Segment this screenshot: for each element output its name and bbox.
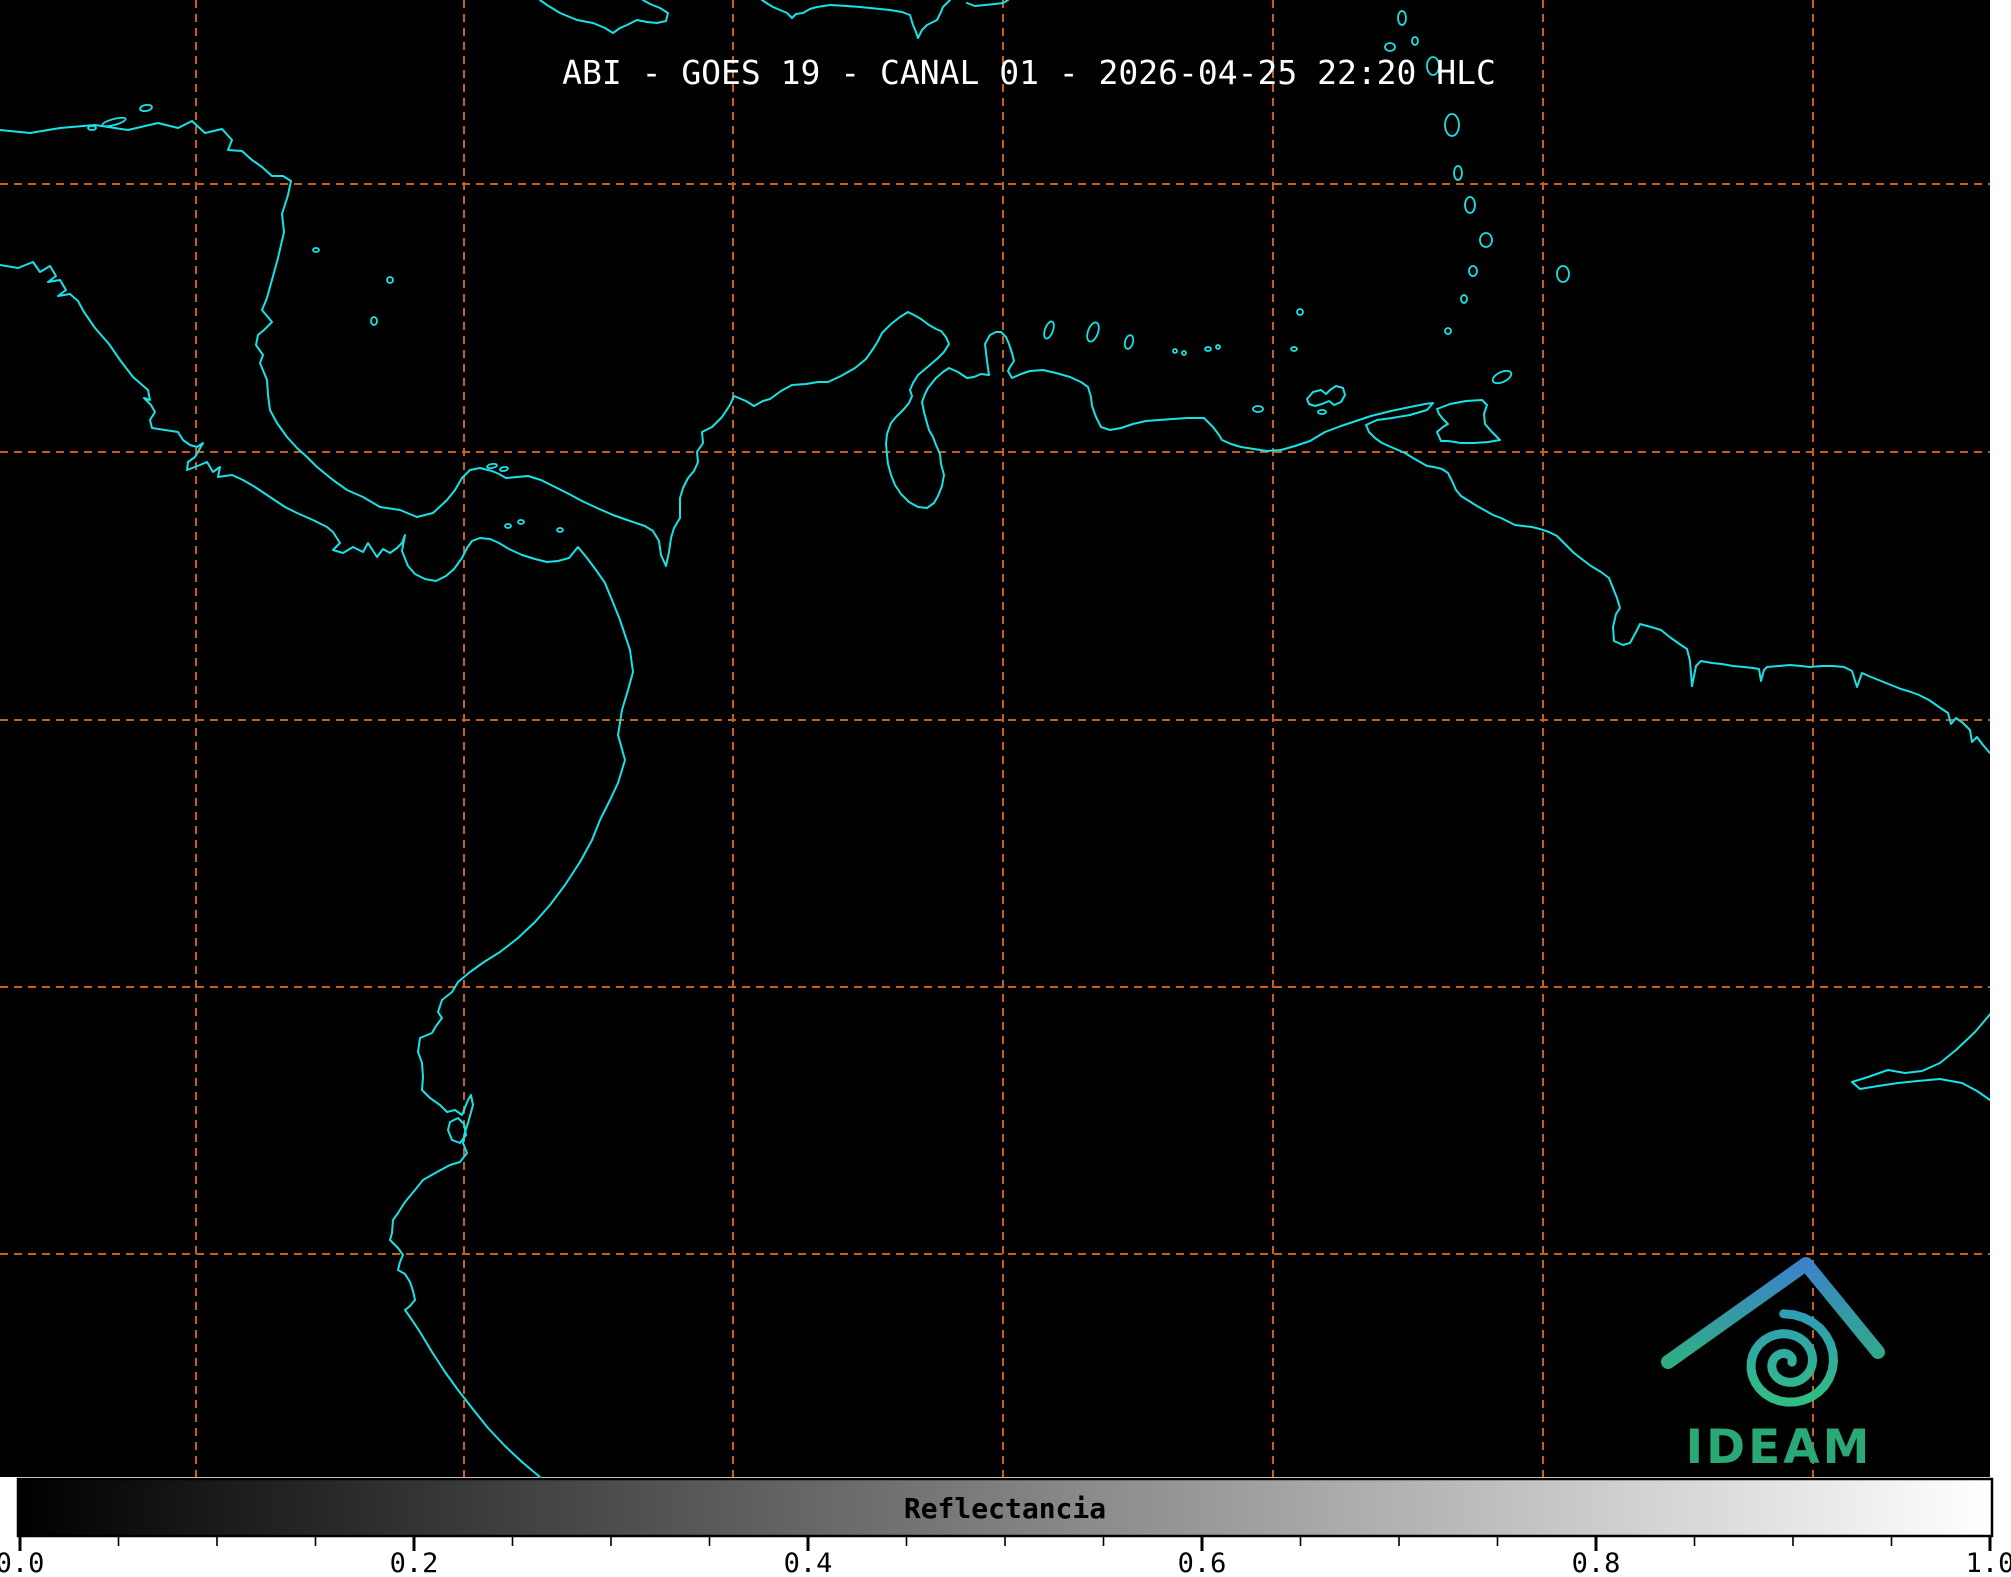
ideam-logo-text: IDEAM [1686, 1420, 1873, 1475]
colorbar-tick-label: 0.6 [1178, 1548, 1227, 1577]
image-title: ABI - GOES 19 - CANAL 01 - 2026-04-25 22… [562, 53, 1496, 92]
space-background [0, 0, 2011, 1477]
map-canvas: 0.0 0.2 0.4 0.6 0.8 1.0 ABI - GOES 19 - CANAL… [0, 0, 2011, 1577]
colorbar-tick-label: 0.8 [1572, 1548, 1621, 1577]
colorbar-tick-label: 0.0 [0, 1548, 44, 1577]
colorbar-label: Reflectancia [904, 1492, 1106, 1525]
colorbar-tick-label: 0.2 [390, 1548, 439, 1577]
goes-satellite-view: 0.0 0.2 0.4 0.6 0.8 1.0 ABI - GOES 19 - CANAL… [0, 0, 2011, 1577]
bright-edge-strip [1990, 0, 2011, 1537]
colorbar-tick-label: 0.4 [784, 1548, 833, 1577]
colorbar-tick-label: 1.0 [1966, 1548, 2011, 1577]
